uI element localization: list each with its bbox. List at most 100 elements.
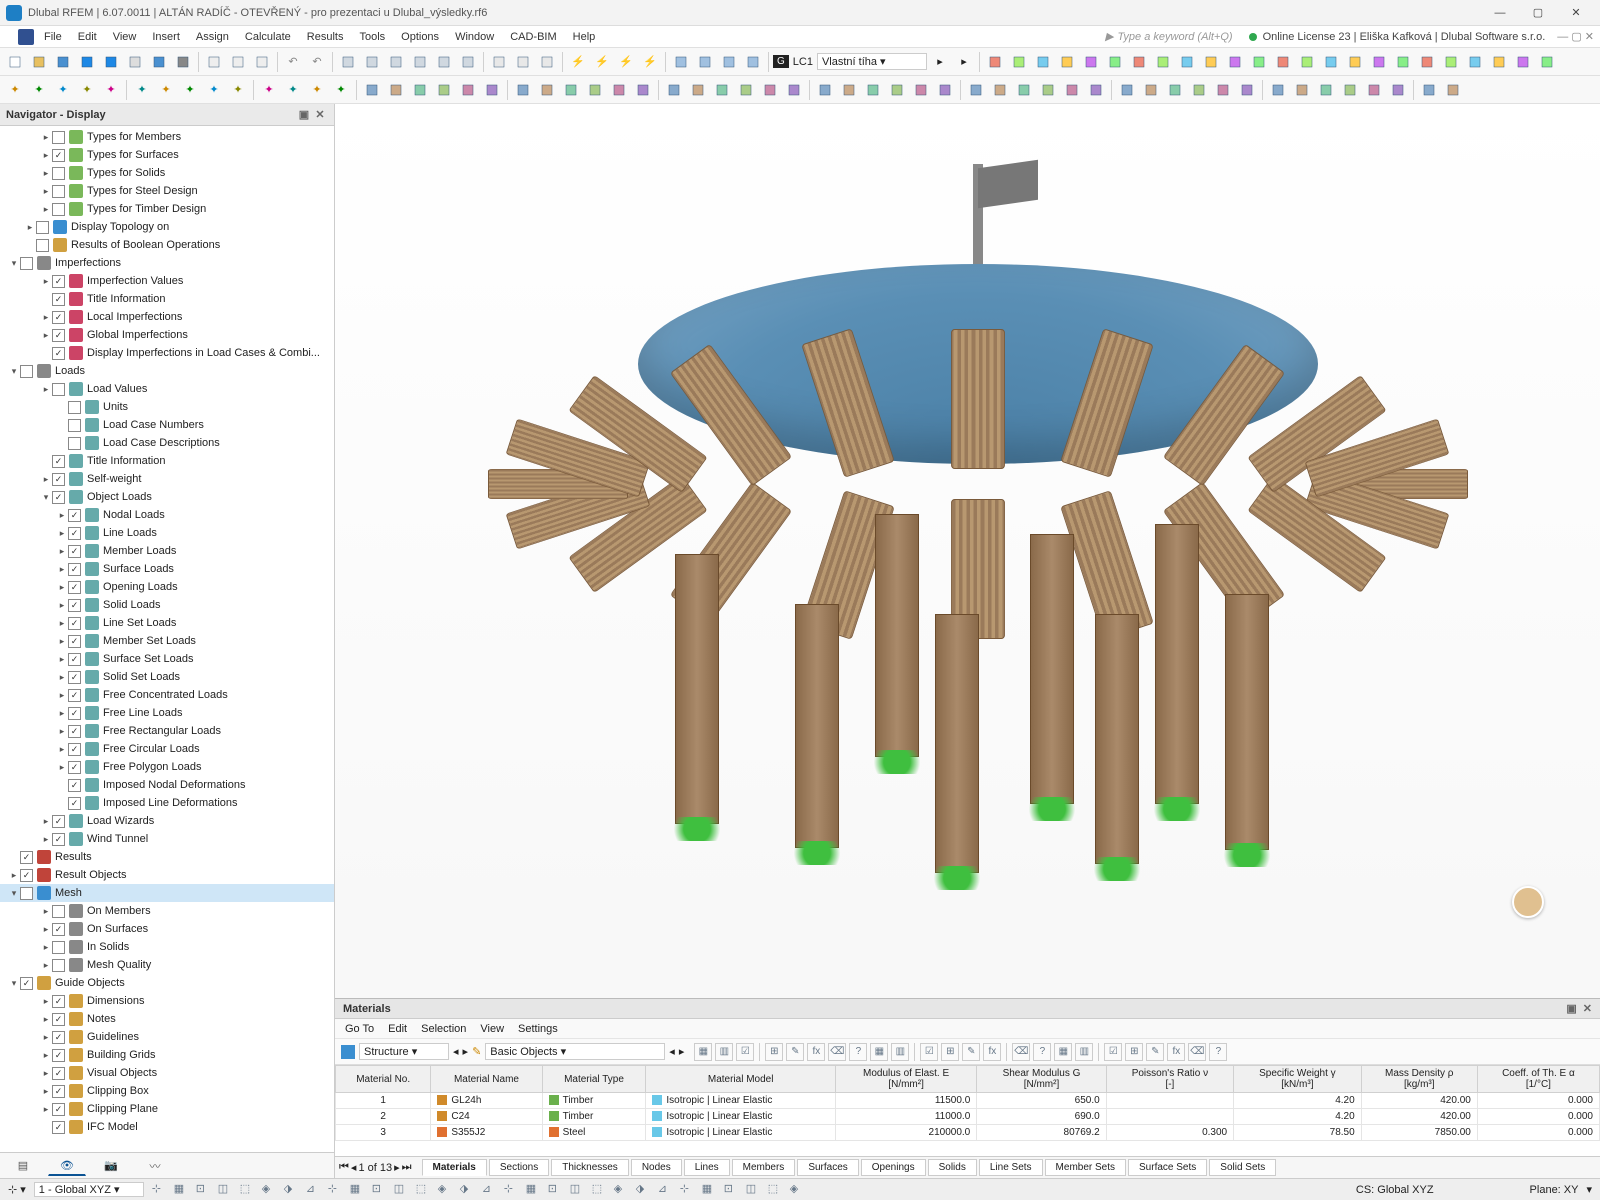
tree-item[interactable]: ▸✓Solid Loads	[0, 596, 334, 614]
draw-12-icon[interactable]: ✦	[306, 79, 328, 101]
lc-next-icon[interactable]: ▸	[953, 51, 975, 73]
checkbox[interactable]: ✓	[68, 617, 81, 630]
checkbox[interactable]	[20, 257, 33, 270]
mattb-0-icon[interactable]: ▦	[694, 1043, 712, 1061]
tool-43-icon[interactable]	[1442, 79, 1464, 101]
mattb-14-icon[interactable]: ⌫	[1012, 1043, 1030, 1061]
result-6-icon[interactable]	[1128, 51, 1150, 73]
tree-item[interactable]: ▸✓Result Objects	[0, 866, 334, 884]
col-header[interactable]: Material Type	[542, 1066, 646, 1093]
checkbox[interactable]	[52, 167, 65, 180]
table-row[interactable]: 2C24TimberIsotropic | Linear Elastic1100…	[336, 1109, 1600, 1125]
tree-item[interactable]: ▸✓On Surfaces	[0, 920, 334, 938]
tool-41-icon[interactable]	[1387, 79, 1409, 101]
tree-item[interactable]: ▸✓Surface Loads	[0, 560, 334, 578]
result-10-icon[interactable]	[1224, 51, 1246, 73]
tool-24-icon[interactable]	[965, 79, 987, 101]
status-tool-25-icon[interactable]: ▦	[702, 1182, 718, 1198]
tool-31-icon[interactable]	[1140, 79, 1162, 101]
tool-27-icon[interactable]	[1037, 79, 1059, 101]
result-17-icon[interactable]	[1392, 51, 1414, 73]
status-tool-8-icon[interactable]: ⊹	[328, 1182, 344, 1198]
materials-menu-view[interactable]: View	[480, 1023, 504, 1035]
tool-17-icon[interactable]	[783, 79, 805, 101]
view-top-icon[interactable]	[361, 51, 383, 73]
tree-item[interactable]: ▸Types for Members	[0, 128, 334, 146]
tree-item[interactable]: ✓Display Imperfections in Load Cases & C…	[0, 344, 334, 362]
tool-25-icon[interactable]	[989, 79, 1011, 101]
table-tab-lines[interactable]: Lines	[684, 1159, 730, 1176]
undo-icon[interactable]: ↶	[282, 51, 304, 73]
status-dropdown-icon[interactable]: ▾	[1586, 1183, 1592, 1196]
tab-last-icon[interactable]: ⏭	[402, 1161, 412, 1174]
checkbox[interactable]: ✓	[52, 311, 65, 324]
checkbox[interactable]	[52, 383, 65, 396]
materials-close-icon[interactable]: ✕	[1583, 1002, 1592, 1015]
tool-29-icon[interactable]	[1085, 79, 1107, 101]
checkbox[interactable]: ✓	[68, 635, 81, 648]
col-header[interactable]: Material No.	[336, 1066, 431, 1093]
result-18-icon[interactable]	[1416, 51, 1438, 73]
table-tab-openings[interactable]: Openings	[861, 1159, 926, 1176]
tree-item[interactable]: Load Case Descriptions	[0, 434, 334, 452]
table-tab-members[interactable]: Members	[732, 1159, 796, 1176]
status-tool-10-icon[interactable]: ⊡	[372, 1182, 388, 1198]
materials-pin-icon[interactable]: ▣	[1566, 1002, 1576, 1015]
tree-item[interactable]: ▸✓Free Rectangular Loads	[0, 722, 334, 740]
tool-2-icon[interactable]	[409, 79, 431, 101]
tree-item[interactable]: ✓Title Information	[0, 290, 334, 308]
checkbox[interactable]: ✓	[68, 527, 81, 540]
tree-item[interactable]: ▸Mesh Quality	[0, 956, 334, 974]
f4-icon[interactable]	[742, 51, 764, 73]
status-tool-6-icon[interactable]: ⬗	[284, 1182, 300, 1198]
file-icon[interactable]	[18, 29, 34, 45]
status-tool-24-icon[interactable]: ⊹	[680, 1182, 696, 1198]
status-tool-7-icon[interactable]: ⊿	[306, 1182, 322, 1198]
cloud-up-icon[interactable]	[76, 51, 98, 73]
tree-item[interactable]: ▸✓Types for Surfaces	[0, 146, 334, 164]
tool-34-icon[interactable]	[1212, 79, 1234, 101]
draw-0-icon[interactable]: ✦	[4, 79, 26, 101]
table-tab-thicknesses[interactable]: Thicknesses	[551, 1159, 629, 1176]
tree-item[interactable]: ▸On Members	[0, 902, 334, 920]
nav-prev2-icon[interactable]: ◂	[669, 1045, 675, 1058]
menu-view[interactable]: View	[105, 29, 145, 45]
status-tool-11-icon[interactable]: ◫	[394, 1182, 410, 1198]
menu-window[interactable]: Window	[447, 29, 502, 45]
view-front-icon[interactable]	[385, 51, 407, 73]
tool-19-icon[interactable]	[838, 79, 860, 101]
tool-9-icon[interactable]	[584, 79, 606, 101]
result-23-icon[interactable]	[1536, 51, 1558, 73]
tree-item[interactable]: ▸✓Building Grids	[0, 1046, 334, 1064]
checkbox[interactable]: ✓	[52, 1013, 65, 1026]
checkbox[interactable]: ✓	[52, 995, 65, 1008]
tree-item[interactable]: ▾Loads	[0, 362, 334, 380]
materials-menu-go-to[interactable]: Go To	[345, 1023, 374, 1035]
navigator-close-icon[interactable]: ✕	[312, 108, 328, 121]
checkbox[interactable]: ✓	[68, 509, 81, 522]
tree-item[interactable]: ✓Imposed Line Deformations	[0, 794, 334, 812]
table-tab-surfaces[interactable]: Surfaces	[797, 1159, 858, 1176]
mattb-18-icon[interactable]: ☑	[1104, 1043, 1122, 1061]
tree-item[interactable]: ▸✓Dimensions	[0, 992, 334, 1010]
tree-item[interactable]: ▸In Solids	[0, 938, 334, 956]
checkbox[interactable]: ✓	[68, 761, 81, 774]
checkbox[interactable]: ✓	[68, 599, 81, 612]
checkbox[interactable]: ✓	[52, 1085, 65, 1098]
checkbox[interactable]: ✓	[20, 851, 33, 864]
status-tool-3-icon[interactable]: ◫	[218, 1182, 234, 1198]
table-tab-line-sets[interactable]: Line Sets	[979, 1159, 1043, 1176]
checkbox[interactable]	[20, 887, 33, 900]
draw-5-icon[interactable]: ✦	[131, 79, 153, 101]
materials-table[interactable]: Material No.Material NameMaterial TypeMa…	[335, 1065, 1600, 1156]
result-5-icon[interactable]	[1104, 51, 1126, 73]
tool-32-icon[interactable]	[1164, 79, 1186, 101]
view-grid-icon[interactable]	[433, 51, 455, 73]
col-header[interactable]: Material Name	[431, 1066, 542, 1093]
cloud-sync-icon[interactable]	[100, 51, 122, 73]
tab-first-icon[interactable]: ⏮	[339, 1161, 349, 1174]
checkbox[interactable]	[52, 185, 65, 198]
gear-icon[interactable]: ⚡	[567, 51, 589, 73]
status-tool-4-icon[interactable]: ⬚	[240, 1182, 256, 1198]
mattb-10-icon[interactable]: ☑	[920, 1043, 938, 1061]
